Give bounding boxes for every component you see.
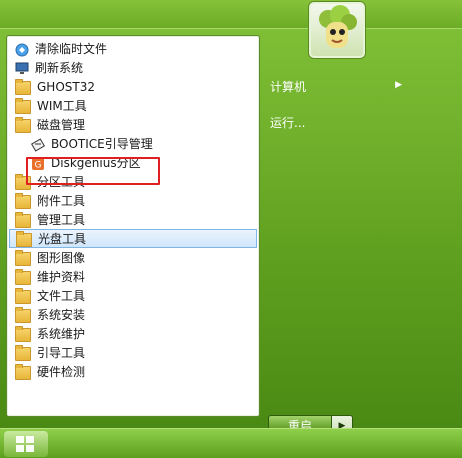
programs-list: 清除临时文件 刷新系统 GHOST32 WIM工具 磁盘管理 BOOTICE引导… <box>6 35 260 417</box>
menu-item-system-maintenance[interactable]: 系统维护 <box>9 324 257 343</box>
folder-icon <box>15 268 31 285</box>
menu-item-label: 维护资料 <box>37 270 86 284</box>
windows-logo-icon <box>16 436 34 452</box>
menu-item-system-install[interactable]: 系统安装 <box>9 305 257 324</box>
run-link[interactable]: 运行... <box>270 111 404 133</box>
folder-icon <box>15 192 31 209</box>
menu-item-hardware-detect[interactable]: 硬件检测 <box>9 362 257 381</box>
folder-icon <box>15 363 31 380</box>
menu-item-label: 引导工具 <box>37 346 86 360</box>
menu-item-label: 系统维护 <box>37 327 86 341</box>
desktop-background <box>0 0 462 30</box>
user-avatar[interactable] <box>309 2 365 58</box>
menu-item-wim-tools[interactable]: WIM工具 <box>9 96 257 115</box>
menu-item-label: GHOST32 <box>37 79 95 94</box>
folder-icon <box>15 97 31 114</box>
menu-item-label: WIM工具 <box>37 99 87 113</box>
menu-item-label: 文件工具 <box>37 289 86 303</box>
bootice-icon <box>30 137 46 152</box>
menu-item-ghost32[interactable]: GHOST32 <box>9 77 257 96</box>
menu-item-graphics[interactable]: 图形图像 <box>9 248 257 267</box>
computer-label: 计算机 <box>270 79 307 94</box>
menu-item-label: BOOTICE引导管理 <box>51 137 153 151</box>
menu-item-label: 刷新系统 <box>35 61 84 75</box>
highlight-box <box>26 157 160 185</box>
right-pane: 计算机 ▶ 运行... <box>262 29 462 429</box>
folder-icon <box>15 78 31 95</box>
start-menu: 清除临时文件 刷新系统 GHOST32 WIM工具 磁盘管理 BOOTICE引导… <box>0 28 462 437</box>
folder-icon <box>15 211 31 228</box>
folder-icon <box>15 306 31 323</box>
menu-item-refresh-system[interactable]: 刷新系统 <box>9 58 257 77</box>
menu-item-disc-tools[interactable]: 光盘工具 <box>9 229 257 248</box>
folder-icon <box>15 325 31 342</box>
menu-item-clear-temp[interactable]: 清除临时文件 <box>9 39 257 58</box>
menu-item-label: 附件工具 <box>37 194 86 208</box>
chevron-right-icon: ▶ <box>395 80 402 90</box>
menu-item-bootice[interactable]: BOOTICE引导管理 <box>25 134 255 153</box>
folder-icon <box>15 249 31 266</box>
menu-item-boot-tools[interactable]: 引导工具 <box>9 343 257 362</box>
menu-item-label: 清除临时文件 <box>35 42 108 56</box>
start-button[interactable] <box>4 431 48 457</box>
menu-item-label: 光盘工具 <box>38 232 87 246</box>
folder-icon <box>15 344 31 361</box>
folder-icon <box>15 287 31 304</box>
menu-item-file-tools[interactable]: 文件工具 <box>9 286 257 305</box>
computer-link[interactable]: 计算机 ▶ <box>270 75 404 97</box>
monitor-icon <box>15 62 29 74</box>
folder-icon <box>16 230 32 247</box>
broccoli-avatar-icon <box>319 5 357 48</box>
taskbar <box>0 428 462 458</box>
run-label: 运行... <box>270 115 306 130</box>
folder-icon <box>15 116 31 133</box>
menu-item-label: 硬件检测 <box>37 365 86 379</box>
menu-item-admin-tools[interactable]: 管理工具 <box>9 210 257 229</box>
broom-icon <box>15 43 29 56</box>
menu-item-maintenance-docs[interactable]: 维护资料 <box>9 267 257 286</box>
menu-item-label: 图形图像 <box>37 251 86 265</box>
menu-item-accessories[interactable]: 附件工具 <box>9 191 257 210</box>
menu-item-disk-management[interactable]: 磁盘管理 <box>9 115 257 134</box>
menu-item-label: 磁盘管理 <box>37 118 86 132</box>
menu-item-label: 系统安装 <box>37 308 86 322</box>
menu-item-label: 管理工具 <box>37 213 86 227</box>
